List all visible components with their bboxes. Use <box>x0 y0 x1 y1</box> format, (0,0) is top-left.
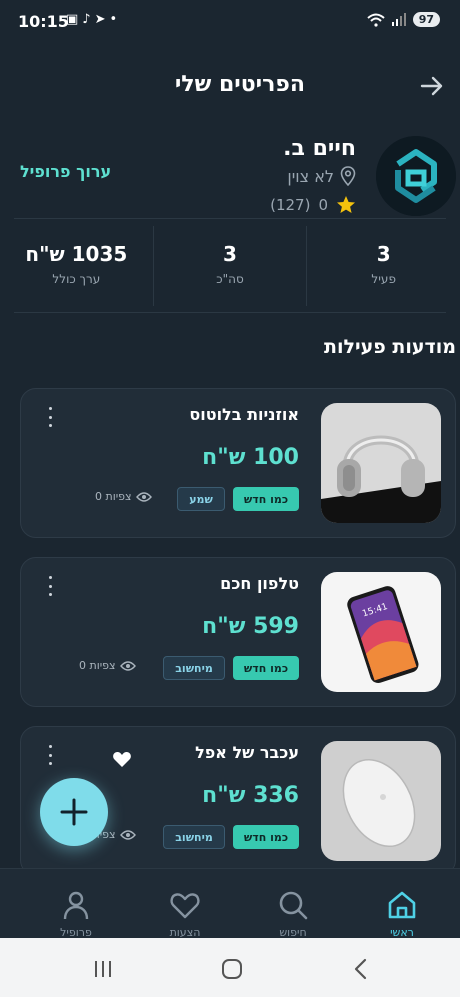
tiktok-icon: ♪ <box>82 12 95 27</box>
listing-price: 100 ש"ח <box>202 445 299 470</box>
category-tag: מיחשוב <box>163 656 225 680</box>
nav-item-profile[interactable]: פרופיל <box>36 889 116 939</box>
avatar <box>376 136 456 216</box>
listing-title: טלפון חכם <box>220 574 299 593</box>
category-tag: שמע <box>177 487 225 511</box>
listing-card[interactable]: 15:41 טלפון חכם 599 ש"ח כמו חדש מיחשוב 0… <box>20 557 456 707</box>
section-title: מודעות פעילות <box>324 336 456 358</box>
stat-total-count: 3 סה"כ <box>152 226 307 306</box>
back-arrow-icon[interactable] <box>418 72 446 100</box>
android-nav-bar <box>0 938 460 997</box>
listing-price: 336 ש"ח <box>202 783 299 808</box>
stat-label: פעיל <box>371 272 396 286</box>
eye-icon <box>135 491 152 502</box>
telegram-icon: ➤ <box>94 12 110 27</box>
views-text: 0 צפיות <box>95 490 132 503</box>
plus-icon <box>60 798 88 826</box>
brand-logo-icon <box>376 136 456 216</box>
profile-rating: (127) 0 <box>270 195 356 215</box>
rating-value: 0 <box>318 196 328 214</box>
nav-item-home[interactable]: ראשי <box>362 889 442 939</box>
divider <box>14 218 446 219</box>
notification-icons: ▣♪➤• <box>66 12 121 27</box>
system-icons: 97 <box>367 12 440 27</box>
stat-value: 3 <box>223 242 237 266</box>
profile-location: לא צוין <box>287 166 356 186</box>
battery-indicator: 97 <box>412 12 440 27</box>
views-text: 0 צפיות <box>79 659 116 672</box>
nav-item-offers[interactable]: הצעות <box>145 889 225 939</box>
recents-icon[interactable] <box>90 956 116 982</box>
signal-icon <box>391 12 406 26</box>
page-title: הפריטים שלי <box>174 72 305 97</box>
bottom-nav: פרופיל הצעות חיפוש ראשי <box>0 868 460 939</box>
location-pin-icon <box>340 166 356 186</box>
condition-tag: כמו חדש <box>233 825 299 849</box>
stat-label: סה"כ <box>216 272 244 286</box>
stat-value: 3 <box>376 242 391 266</box>
listing-price: 599 ש"ח <box>202 614 299 639</box>
home-icon <box>388 891 416 919</box>
listing-image-mouse <box>321 741 441 861</box>
dot-icon: • <box>109 12 122 27</box>
listing-image-smartphone: 15:41 <box>321 572 441 692</box>
listing-card[interactable]: אוזניות בלוטוס 100 ש"ח כמו חדש שמע 0 צפי… <box>20 388 456 538</box>
profile-name: חיים ב. <box>283 136 356 161</box>
stat-label: ערך כולל <box>52 272 101 286</box>
star-icon <box>337 196 355 213</box>
status-time: 10:15 <box>18 12 69 31</box>
category-tag: מיחשוב <box>163 825 225 849</box>
stat-active-count: 3 פעיל <box>306 226 460 306</box>
header: הפריטים שלי <box>0 62 460 112</box>
favorite-heart-icon[interactable] <box>112 750 132 768</box>
listing-title: אוזניות בלוטוס <box>189 405 299 424</box>
nav-item-search[interactable]: חיפוש <box>253 889 333 939</box>
stat-value: 1035 ש"ח <box>25 242 128 266</box>
add-listing-button[interactable] <box>40 778 108 846</box>
condition-tag: כמו חדש <box>233 487 299 511</box>
location-text: לא צוין <box>287 166 334 186</box>
status-bar: 10:15 ▣♪➤• 97 <box>0 0 460 44</box>
edit-profile-link[interactable]: ערוך פרופיל <box>20 162 111 181</box>
search-icon <box>279 891 308 920</box>
home-button-icon[interactable] <box>219 956 245 982</box>
stats-row: 1035 ש"ח ערך כולל 3 סה"כ 3 פעיל <box>0 226 460 306</box>
divider <box>14 312 446 313</box>
condition-tag: כמו חדש <box>233 656 299 680</box>
more-options-icon[interactable] <box>45 407 55 427</box>
wifi-icon <box>367 13 385 27</box>
review-count: (127) <box>270 196 311 214</box>
screenshot-icon: ▣ <box>66 12 83 27</box>
more-options-icon[interactable] <box>45 745 55 765</box>
user-icon <box>63 891 89 920</box>
views-count: 0 צפיות <box>79 659 136 672</box>
listing-image-headphones <box>321 403 441 523</box>
stat-total-value: 1035 ש"ח ערך כולל <box>0 226 153 306</box>
listing-title: עכבר של אפל <box>195 743 299 762</box>
eye-icon <box>119 829 136 840</box>
heart-icon <box>170 893 200 919</box>
views-count: 0 צפיות <box>95 490 152 503</box>
more-options-icon[interactable] <box>45 576 55 596</box>
eye-icon <box>119 660 136 671</box>
back-button-icon[interactable] <box>348 956 374 982</box>
